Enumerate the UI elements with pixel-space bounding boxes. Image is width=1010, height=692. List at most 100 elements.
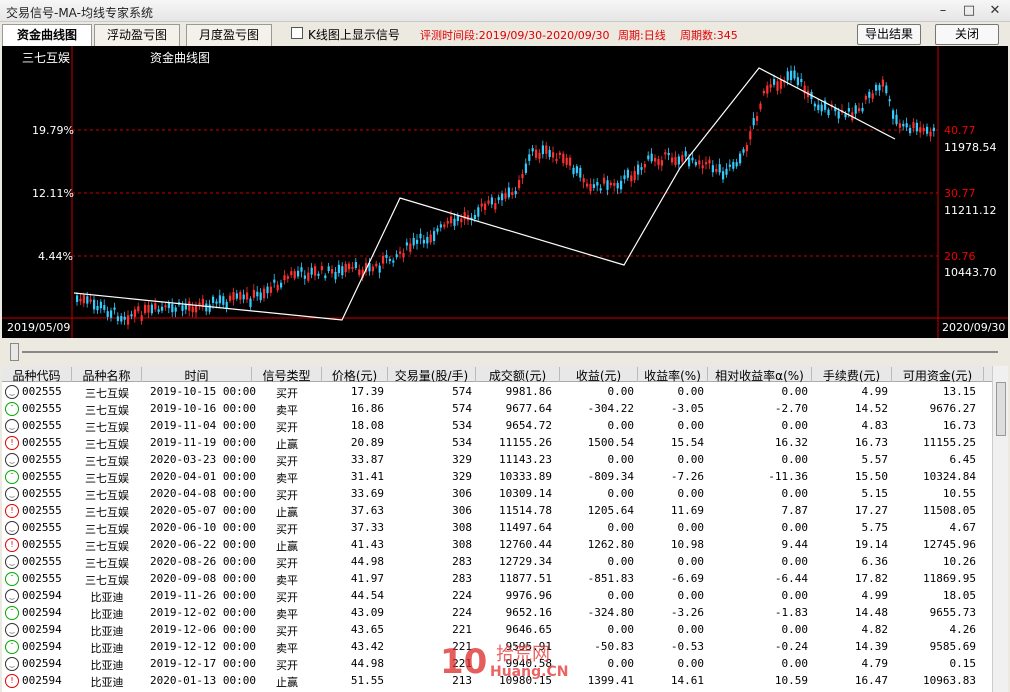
table-cell: 574 <box>452 402 472 415</box>
table-cell: -0.24 <box>774 640 808 653</box>
column-header[interactable]: 品种名称 <box>72 367 142 383</box>
candle-body <box>477 207 480 217</box>
column-header[interactable]: 信号类型 <box>252 367 322 383</box>
column-header[interactable]: 时间 <box>142 367 252 383</box>
table-row[interactable]: ‿ 002555 三七互娱 2020-06-10 00:00 买开 37.33 308 114… <box>2 519 992 536</box>
table-row[interactable]: ‿ 002594 比亚迪 2019-12-06 00:00 买开 43.65 221 9646… <box>2 621 992 638</box>
candle-body <box>341 266 344 276</box>
candle-body <box>416 239 419 244</box>
candle-body <box>572 167 575 175</box>
candle-body <box>820 104 823 112</box>
column-header[interactable]: 收益率(%) <box>638 367 708 383</box>
close-button[interactable]: 关闭 <box>935 24 999 45</box>
candle-body <box>898 123 901 128</box>
candle-body <box>596 182 599 186</box>
table-row[interactable]: ‿ 002555 三七互娱 2019-10-15 00:00 买开 17.39 574 998… <box>2 383 992 400</box>
candle-body <box>677 156 680 165</box>
table-cell: 224 <box>452 606 472 619</box>
table-cell: 9655.73 <box>929 606 976 619</box>
table-cell: 0.00 <box>781 453 809 466</box>
right-price-3: 20.76 <box>944 250 976 263</box>
table-cell: 0.00 <box>677 623 705 636</box>
table-row[interactable]: ˘ 002555 三七互娱 2020-04-01 00:00 卖平 31.41 329 103… <box>2 468 992 485</box>
table-cell: 0.00 <box>781 555 809 568</box>
table-row[interactable]: ‿ 002555 三七互娱 2020-04-08 00:00 买开 33.69 306 103… <box>2 485 992 502</box>
minimize-button[interactable]: – <box>930 2 956 20</box>
candle-body <box>739 153 742 164</box>
table-cell: 2020-06-22 00:00 <box>150 538 256 551</box>
candle-body <box>725 168 728 175</box>
candle-body <box>752 118 755 126</box>
tab-floating-pnl[interactable]: 浮动盈亏图 <box>94 24 180 46</box>
table-cell: 2019-12-06 00:00 <box>150 623 256 636</box>
candle-body <box>603 177 606 184</box>
table-cell: 止赢 <box>276 540 298 553</box>
table-row[interactable]: ‿ 002555 三七互娱 2020-08-26 00:00 买开 44.98 283 127… <box>2 553 992 570</box>
table-cell: 002555 <box>22 402 62 415</box>
table-cell: 三七互娱 <box>85 455 129 468</box>
candle-body <box>688 157 691 167</box>
column-header[interactable]: 手续费(元) <box>812 367 892 383</box>
table-row[interactable]: ! 002555 三七互娱 2020-05-07 00:00 止赢 37.63 306 115… <box>2 502 992 519</box>
slider-thumb[interactable] <box>10 343 19 361</box>
cycle-count: 周期数:345 <box>680 29 738 42</box>
candle-body <box>273 279 276 283</box>
table-row[interactable]: ‿ 002594 比亚迪 2019-11-26 00:00 买开 44.54 224 9976… <box>2 587 992 604</box>
column-header[interactable]: 成交额(元) <box>476 367 560 383</box>
candle-body <box>691 157 694 161</box>
table-cell: 2020-01-13 00:00 <box>150 674 256 687</box>
table-cell: 2020-09-08 00:00 <box>150 572 256 585</box>
candle-body <box>793 70 796 79</box>
candle-body <box>871 93 874 99</box>
export-button[interactable]: 导出结果 <box>857 24 921 45</box>
table-row[interactable]: ˘ 002555 三七互娱 2019-10-16 00:00 卖平 16.86 574 967… <box>2 400 992 417</box>
candle-body <box>694 162 697 166</box>
table-row[interactable]: ˘ 002594 比亚迪 2019-12-02 00:00 卖平 43.09 224 9652… <box>2 604 992 621</box>
candle-body <box>382 255 385 264</box>
candle-body <box>664 152 667 155</box>
right-price-1: 40.77 <box>944 124 976 137</box>
table-row[interactable]: ‿ 002555 三七互娱 2020-03-23 00:00 买开 33.87 329 111… <box>2 451 992 468</box>
column-header[interactable]: 品种代码 <box>2 367 72 383</box>
table-cell: 12760.44 <box>499 538 552 551</box>
table-row[interactable]: ! 002555 三七互娱 2020-06-22 00:00 止赢 41.43 308 127… <box>2 536 992 553</box>
show-signal-label: K线图上显示信号 <box>308 28 400 42</box>
tab-equity-curve[interactable]: 资金曲线图 <box>2 24 92 46</box>
candle-body <box>426 236 429 244</box>
table-cell: 止赢 <box>276 438 298 451</box>
candle-body <box>620 180 623 190</box>
table-row[interactable]: ˘ 002555 三七互娱 2020-09-08 00:00 卖平 41.97 283 118… <box>2 570 992 587</box>
tab-monthly-pnl[interactable]: 月度盈亏图 <box>186 24 272 46</box>
column-header[interactable]: 价格(元) <box>322 367 388 383</box>
maximize-button[interactable]: □ <box>956 2 982 20</box>
candle-body <box>626 169 629 178</box>
time-slider[interactable] <box>2 340 1008 364</box>
cycle-type: 周期:日线 <box>618 29 666 42</box>
column-header[interactable]: 交易量(股/手) <box>388 367 476 383</box>
candle-body <box>446 220 449 224</box>
candle-body <box>246 292 249 300</box>
table-cell: 买开 <box>276 421 298 434</box>
column-header[interactable]: 相对收益率α(%) <box>708 367 812 383</box>
candle-body <box>535 149 538 158</box>
table-cell: -809.34 <box>587 470 634 483</box>
column-header[interactable]: 可用资金(元) <box>892 367 984 383</box>
candle-body <box>232 291 235 300</box>
signal-face-icon: ‿ <box>5 385 19 399</box>
table-cell: 002555 <box>22 521 62 534</box>
table-cell: 三七互娱 <box>85 523 129 536</box>
column-header[interactable]: 收益(元) <box>560 367 638 383</box>
table-cell: 329 <box>452 453 472 466</box>
table-scrollbar[interactable] <box>992 366 1008 692</box>
candle-body <box>521 174 524 179</box>
table-row[interactable]: ‿ 002555 三七互娱 2019-11-04 00:00 买开 18.08 534 965… <box>2 417 992 434</box>
table-cell: 15.50 <box>854 470 888 483</box>
table-row[interactable]: ! 002555 三七互娱 2019-11-19 00:00 止赢 20.89 534 111… <box>2 434 992 451</box>
scrollbar-thumb[interactable] <box>996 382 1006 436</box>
table-cell: 买开 <box>276 557 298 570</box>
candle-body <box>215 301 218 304</box>
close-window-button[interactable]: ✕ <box>982 2 1008 20</box>
show-signal-checkbox[interactable] <box>291 27 303 39</box>
table-cell: -11.36 <box>768 470 808 483</box>
candle-body <box>256 291 259 297</box>
